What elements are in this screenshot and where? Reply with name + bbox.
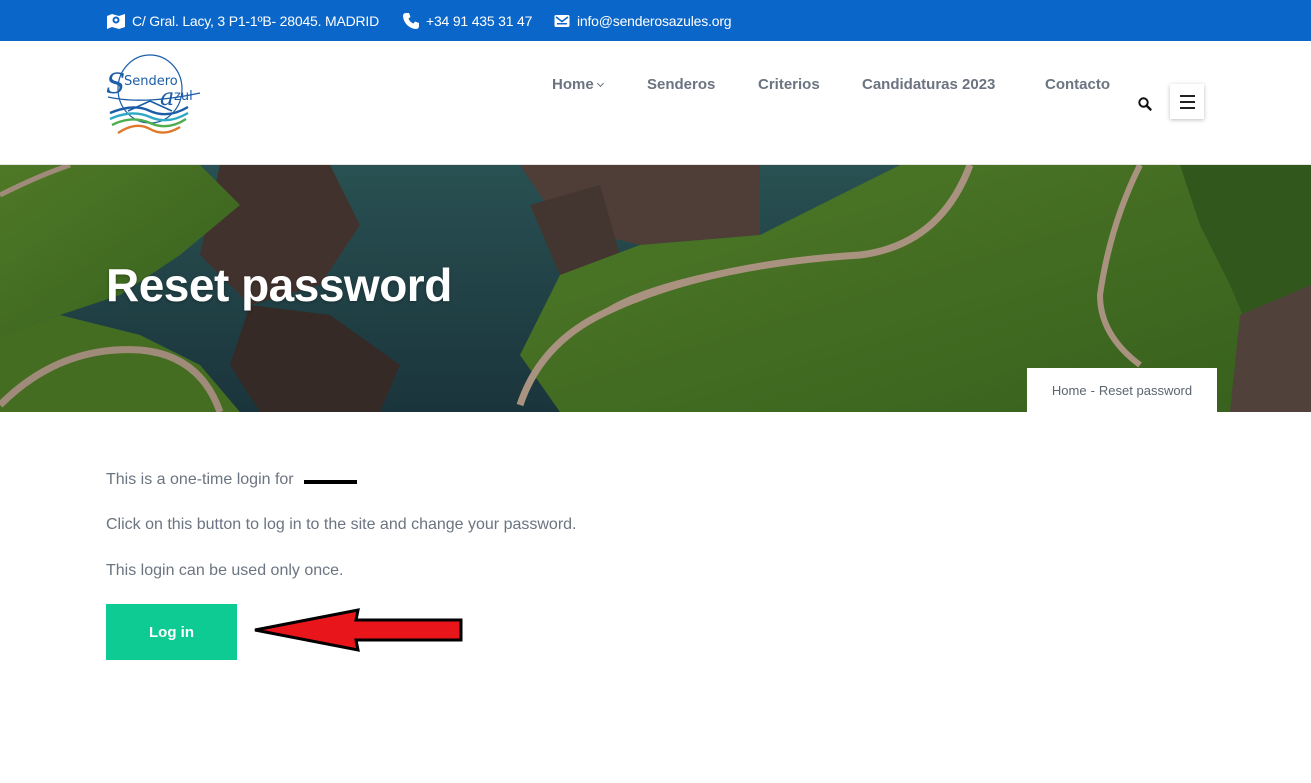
instruction-text: Click on this button to log in to the si… [106, 516, 577, 533]
search-button[interactable] [1137, 96, 1153, 112]
map-icon [107, 13, 125, 29]
single-use-note: This login can be used only once. [106, 562, 344, 579]
email-info[interactable]: info@senderosazules.org [553, 0, 732, 41]
breadcrumb-current: Reset password [1098, 382, 1193, 398]
hero-banner: Reset password Home - Reset password [0, 165, 1311, 412]
nav-candidaturas[interactable]: Candidaturas 2023 [862, 76, 995, 93]
redacted-username [303, 479, 357, 484]
email-text: info@senderosazules.org [577, 12, 732, 29]
mail-icon [554, 14, 570, 27]
hamburger-menu-button[interactable] [1170, 84, 1204, 119]
nav-home-label: Home [552, 76, 594, 93]
phone-info[interactable]: +34 91 435 31 47 [402, 0, 532, 41]
login-button[interactable]: Log in [106, 604, 237, 660]
breadcrumb-home-link[interactable]: Home [1052, 383, 1087, 398]
breadcrumb: Home - Reset password [1027, 368, 1217, 412]
site-header: S Sendero a zul Home Senderos Criterios … [0, 41, 1311, 165]
phone-text: +34 91 435 31 47 [426, 12, 533, 29]
logo-word-zul: zul [174, 89, 193, 104]
hamburger-icon-line [1179, 106, 1195, 109]
nav-contacto[interactable]: Contacto [1045, 76, 1110, 93]
hamburger-icon-line [1179, 94, 1195, 97]
page-title: Reset password [106, 259, 452, 311]
one-time-login-text: This is a one-time login for [106, 471, 357, 489]
top-contact-bar: C/ Gral. Lacy, 3 P1-1ºB- 28045. MADRID +… [0, 0, 1311, 41]
site-logo[interactable]: S Sendero a zul [104, 53, 204, 141]
logo-a: a [160, 83, 175, 111]
chevron-down-icon [596, 79, 604, 88]
nav-home[interactable]: Home [552, 76, 604, 93]
logo-s: S [106, 67, 126, 100]
nav-criterios[interactable]: Criterios [758, 76, 820, 93]
breadcrumb-separator: - [1090, 382, 1095, 398]
search-icon [1138, 97, 1152, 111]
address-info: C/ Gral. Lacy, 3 P1-1ºB- 28045. MADRID [106, 0, 379, 41]
one-time-login-label: This is a one-time login for [106, 471, 294, 488]
phone-icon [403, 12, 419, 29]
hamburger-icon-line [1179, 100, 1195, 103]
nav-senderos[interactable]: Senderos [647, 76, 715, 93]
annotation-arrow-icon [254, 608, 463, 652]
address-text: C/ Gral. Lacy, 3 P1-1ºB- 28045. MADRID [132, 12, 380, 29]
